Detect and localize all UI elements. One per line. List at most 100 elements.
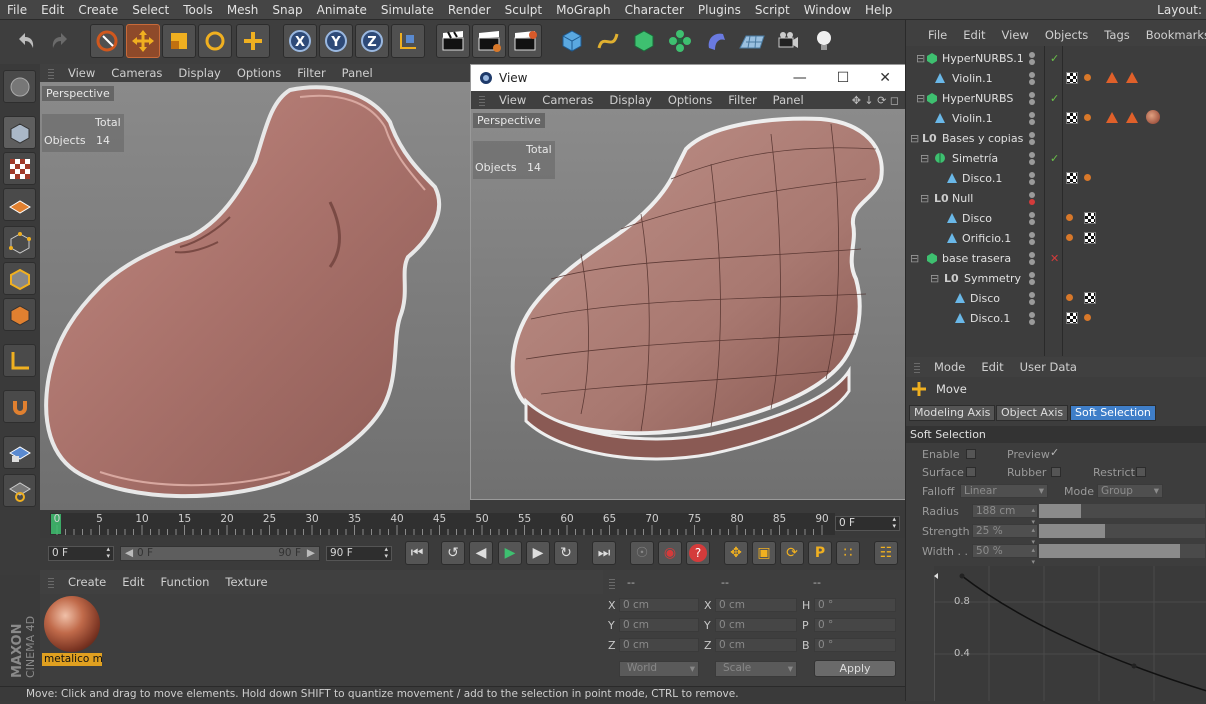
object-row-hypernurbs-1[interactable]: ⊟ HyperNURBS.1 ✓ <box>906 48 1206 68</box>
timeline-track[interactable]: 0 5 10 15 20 25 30 35 40 45 50 55 60 65 70 75 80 85 90 <box>50 513 835 535</box>
object-row-hypernurbs[interactable]: ⊟ HyperNURBS ✓ <box>906 88 1206 108</box>
width-field[interactable]: 50 % ▴ ▾ <box>972 544 1038 566</box>
mm-menu-edit[interactable]: Edit <box>114 575 152 589</box>
menu-character[interactable]: Character <box>618 0 691 20</box>
viewport-left-canvas[interactable]: Perspective Total Objects 14 <box>40 82 470 510</box>
workplane-mode-button[interactable] <box>3 188 36 221</box>
coordinate-space-dropdown[interactable]: World ▾ <box>619 661 699 677</box>
polygons-mode-button[interactable] <box>3 298 36 331</box>
size-field[interactable]: 0 cm <box>715 638 797 652</box>
vp1-menu-view[interactable]: View <box>60 66 103 80</box>
render-dot[interactable] <box>1029 299 1035 305</box>
selection-tag-icon[interactable] <box>1066 294 1073 301</box>
go-to-end-button[interactable]: ⏭ <box>592 541 616 565</box>
key-position-button[interactable]: ✥ <box>724 541 748 565</box>
viewport-right[interactable]: View Cameras Display Options Filter Pane… <box>471 91 905 499</box>
menu-edit[interactable]: Edit <box>34 0 71 20</box>
menu-tools[interactable]: Tools <box>176 0 220 20</box>
collapse-icon[interactable]: ⊟ <box>910 132 919 145</box>
viewport-left-camera-label[interactable]: Perspective <box>42 86 114 101</box>
visibility-dot[interactable] <box>1029 292 1035 298</box>
surface-checkbox[interactable] <box>966 467 976 477</box>
render-dot[interactable] <box>1029 59 1035 65</box>
menu-mesh[interactable]: Mesh <box>220 0 266 20</box>
menu-sculpt[interactable]: Sculpt <box>498 0 549 20</box>
vp2-menu-filter[interactable]: Filter <box>720 93 764 107</box>
width-slider[interactable] <box>1039 544 1205 558</box>
collapse-icon[interactable]: ⊟ <box>920 152 929 165</box>
menu-help[interactable]: Help <box>858 0 899 20</box>
radius-field[interactable]: 188 cm ▴ ▾ <box>972 504 1038 526</box>
disabled-x-icon[interactable]: ✕ <box>1050 252 1059 265</box>
am-menu-edit[interactable]: Edit <box>973 360 1011 374</box>
minimize-icon[interactable]: — <box>793 70 807 86</box>
visibility-dot[interactable] <box>1029 152 1035 158</box>
apply-button[interactable]: Apply <box>814 660 896 677</box>
previous-key-button[interactable]: ↺ <box>441 541 465 565</box>
previous-frame-button[interactable]: ◀ <box>469 541 493 565</box>
enable-checkbox[interactable] <box>966 449 976 459</box>
object-row-violin-1b[interactable]: Violin.1 <box>906 108 1206 128</box>
menu-snap[interactable]: Snap <box>265 0 309 20</box>
falloff-graph[interactable]: 0.8 0.4 <box>933 566 1206 701</box>
menu-create[interactable]: Create <box>71 0 125 20</box>
texture-tag-icon[interactable] <box>1066 72 1078 84</box>
preview-checkbox[interactable]: ✓ <box>1050 446 1059 459</box>
y-axis-lock-button[interactable]: Y <box>319 24 353 58</box>
visibility-dot[interactable] <box>1029 272 1035 278</box>
am-menu-user-data[interactable]: User Data <box>1012 360 1085 374</box>
enabled-check-icon[interactable]: ✓ <box>1050 92 1059 105</box>
workplane-lock-button[interactable] <box>3 436 36 469</box>
visibility-dot[interactable] <box>1029 312 1035 318</box>
render-dot[interactable] <box>1029 319 1035 325</box>
selection-tag-icon[interactable] <box>1084 314 1091 321</box>
object-row-disco-1[interactable]: Disco.1 <box>906 168 1206 188</box>
key-pla-button[interactable]: ∷ <box>836 541 860 565</box>
menu-plugins[interactable]: Plugins <box>691 0 748 20</box>
texture-tag-icon[interactable] <box>1084 212 1096 224</box>
coordinate-system-button[interactable] <box>391 24 425 58</box>
end-frame-field[interactable]: 90 F ▴ ▾ <box>326 546 392 561</box>
strength-slider[interactable] <box>1039 524 1205 538</box>
camera-button[interactable] <box>771 24 805 58</box>
menu-render[interactable]: Render <box>441 0 498 20</box>
enabled-check-icon[interactable]: ✓ <box>1050 52 1059 65</box>
texture-tag-icon[interactable] <box>1066 112 1078 124</box>
tab-modeling-axis[interactable]: Modeling Axis <box>909 405 996 421</box>
close-icon[interactable]: ✕ <box>879 70 891 86</box>
om-menu-objects[interactable]: Objects <box>1037 28 1096 42</box>
polygon-selection-tag-icon[interactable] <box>1126 112 1138 123</box>
material-name[interactable]: metalico m <box>42 653 102 666</box>
planar-workplane-button[interactable] <box>3 474 36 507</box>
key-scale-button[interactable]: ▣ <box>752 541 776 565</box>
visibility-dot[interactable] <box>1029 172 1035 178</box>
frame-range-slider[interactable]: ◀ 0 F 90 F ▶ <box>120 546 320 561</box>
deformer-button[interactable] <box>699 24 733 58</box>
nurbs-button[interactable] <box>627 24 661 58</box>
om-menu-tags[interactable]: Tags <box>1096 28 1137 42</box>
mode-dropdown[interactable]: Group ▾ <box>1097 484 1163 498</box>
om-menu-view[interactable]: View <box>994 28 1037 42</box>
falloff-dropdown[interactable]: Linear ▾ <box>960 484 1048 498</box>
visibility-dot[interactable] <box>1029 72 1035 78</box>
live-selection-button[interactable] <box>90 24 124 58</box>
object-row-orificio-1[interactable]: Orificio.1 <box>906 228 1206 248</box>
texture-tag-icon[interactable] <box>1084 292 1096 304</box>
render-dot[interactable] <box>1029 99 1035 105</box>
keyframe-selection-button[interactable]: ? <box>686 541 710 565</box>
menu-window[interactable]: Window <box>797 0 858 20</box>
key-parameter-button[interactable]: P <box>808 541 832 565</box>
render-view-button[interactable] <box>436 24 470 58</box>
go-to-start-button[interactable]: ⏮ <box>405 541 429 565</box>
object-row-violin-1[interactable]: Violin.1 <box>906 68 1206 88</box>
key-rotation-button[interactable]: ⟳ <box>780 541 804 565</box>
cube-primitive-button[interactable] <box>555 24 589 58</box>
render-dot[interactable] <box>1029 119 1035 125</box>
om-menu-file[interactable]: File <box>920 28 955 42</box>
array-button[interactable] <box>663 24 697 58</box>
menu-animate[interactable]: Animate <box>310 0 374 20</box>
tab-soft-selection[interactable]: Soft Selection <box>1070 405 1156 421</box>
selection-tag-icon[interactable] <box>1084 74 1091 81</box>
texture-tag-icon[interactable] <box>1084 232 1096 244</box>
am-menu-mode[interactable]: Mode <box>926 360 973 374</box>
